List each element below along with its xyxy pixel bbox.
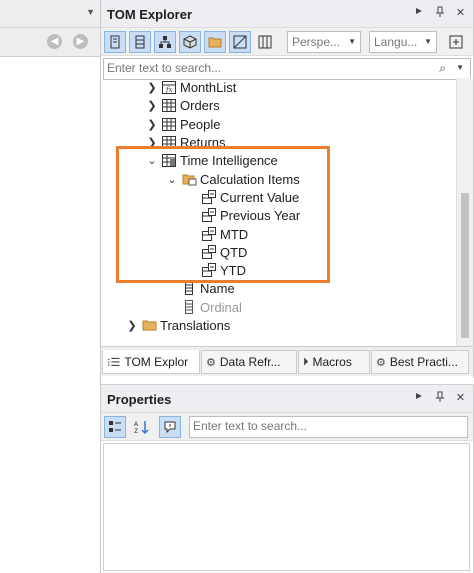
chevron-right-icon[interactable]: ❯ (125, 319, 139, 332)
pin-icon[interactable] (433, 6, 446, 21)
tree-node-orders[interactable]: ❯ Orders (145, 96, 220, 114)
tree-scrollbar[interactable] (456, 78, 473, 346)
forward-arrow-icon[interactable]: ▶ (73, 34, 88, 49)
highlight-box (116, 146, 330, 283)
chevron-right-icon[interactable]: ❯ (145, 99, 159, 112)
perspective-select[interactable]: Perspe... ▼ (287, 31, 361, 53)
window-position-icon[interactable] (412, 391, 425, 406)
back-arrow-icon[interactable]: ◀ (47, 34, 62, 49)
fx-table-icon: fx (161, 80, 177, 94)
folder-icon[interactable] (204, 31, 226, 53)
tab-data-refresh[interactable]: ⚙ Data Refr... (201, 350, 297, 374)
best-practice-icon: ⚙ (376, 356, 386, 369)
add-object-icon[interactable] (445, 31, 467, 53)
perspective-select-value: Perspe... (292, 35, 341, 49)
property-grid[interactable] (103, 443, 470, 571)
tom-search-input[interactable] (104, 59, 434, 77)
display-model-icon[interactable] (104, 31, 126, 53)
properties-search-input[interactable] (190, 417, 460, 435)
column-icon (181, 281, 197, 295)
chevron-down-icon: ▼ (424, 37, 432, 46)
properties-toolbar: AZ (101, 413, 473, 441)
chevron-down-icon[interactable]: ▼ (456, 63, 464, 72)
language-select-value: Langu... (374, 35, 418, 49)
tree-node-label: Translations (160, 317, 231, 333)
chevron-right-icon[interactable]: ❯ (145, 81, 159, 94)
close-icon[interactable]: ✕ (454, 391, 467, 406)
show-hidden-icon[interactable] (229, 31, 251, 53)
folder-icon (141, 318, 157, 332)
editor-tab-strip: ▼ (0, 0, 101, 28)
property-pages-icon[interactable] (159, 416, 181, 438)
tom-toolbar: Perspe... ▼ Langu... ▼ (101, 28, 473, 56)
tom-icon: ⁝☰ (107, 356, 121, 369)
chevron-right-icon[interactable]: ❯ (145, 118, 159, 131)
categorized-icon[interactable] (104, 416, 126, 438)
table-icon (161, 98, 177, 112)
tree-node-label: Ordinal (200, 299, 242, 315)
tab-best-practice[interactable]: ⚙ Best Practi... (371, 350, 469, 374)
language-select[interactable]: Langu... ▼ (369, 31, 437, 53)
tab-label: TOM Explor (124, 355, 189, 369)
macro-icon: ⏵ (303, 355, 309, 368)
tree-node-label: MonthList (180, 79, 237, 95)
navigation-bar: ◀ ▶ (0, 28, 101, 57)
svg-text:fx: fx (165, 86, 173, 94)
cube-icon[interactable] (179, 31, 201, 53)
tom-search-box: ⌕ ▼ (103, 58, 471, 80)
chevron-down-icon: ▼ (348, 37, 356, 46)
editor-area: ▼ ◀ ▶ (0, 0, 101, 573)
pin-icon[interactable] (433, 391, 446, 406)
table-icon (161, 117, 177, 131)
tab-tom-explorer[interactable]: ⁝☰ TOM Explor (102, 350, 200, 374)
tree-node-translations[interactable]: ❯ Translations (125, 316, 230, 334)
properties-titlebar: Properties ✕ (101, 385, 473, 413)
svg-text:A: A (134, 421, 139, 428)
display-tables-icon[interactable] (129, 31, 151, 53)
sort-alphabetical-icon[interactable]: AZ (131, 416, 153, 438)
properties-search-box (189, 416, 468, 438)
column-icon (181, 300, 197, 314)
hierarchy-icon[interactable] (154, 31, 176, 53)
panel-title: TOM Explorer (107, 7, 193, 22)
svg-text:Z: Z (134, 428, 138, 434)
window-position-icon[interactable] (412, 6, 425, 21)
search-icon[interactable]: ⌕ (439, 61, 446, 76)
tree-node-label: Orders (180, 97, 220, 113)
tab-label: Macros (312, 355, 352, 369)
gear-icon: ⚙ (206, 356, 216, 369)
tab-label: Best Practi... (389, 355, 458, 369)
tree-node-label: People (180, 116, 221, 132)
scrollbar-thumb[interactable] (461, 193, 469, 338)
tree-node-people[interactable]: ❯ People (145, 115, 220, 133)
close-icon[interactable]: ✕ (454, 6, 467, 21)
tab-label: Data Refr... (219, 355, 281, 369)
properties-panel: Properties ✕ AZ (101, 384, 474, 573)
tab-macros[interactable]: ⏵ Macros (298, 350, 370, 374)
tom-explorer-titlebar: TOM Explorer ✕ (101, 0, 473, 28)
tree-node-monthlist[interactable]: ❯ fx MonthList (145, 78, 236, 96)
panel-title: Properties (107, 392, 172, 407)
columns-icon[interactable] (254, 31, 276, 53)
chevron-down-icon[interactable]: ▼ (86, 7, 95, 17)
tree-node-ordinal[interactable]: Ordinal (165, 298, 242, 316)
bottom-tab-strip: ⁝☰ TOM Explor ⚙ Data Refr... ⏵ Macros ⚙ … (101, 346, 473, 376)
